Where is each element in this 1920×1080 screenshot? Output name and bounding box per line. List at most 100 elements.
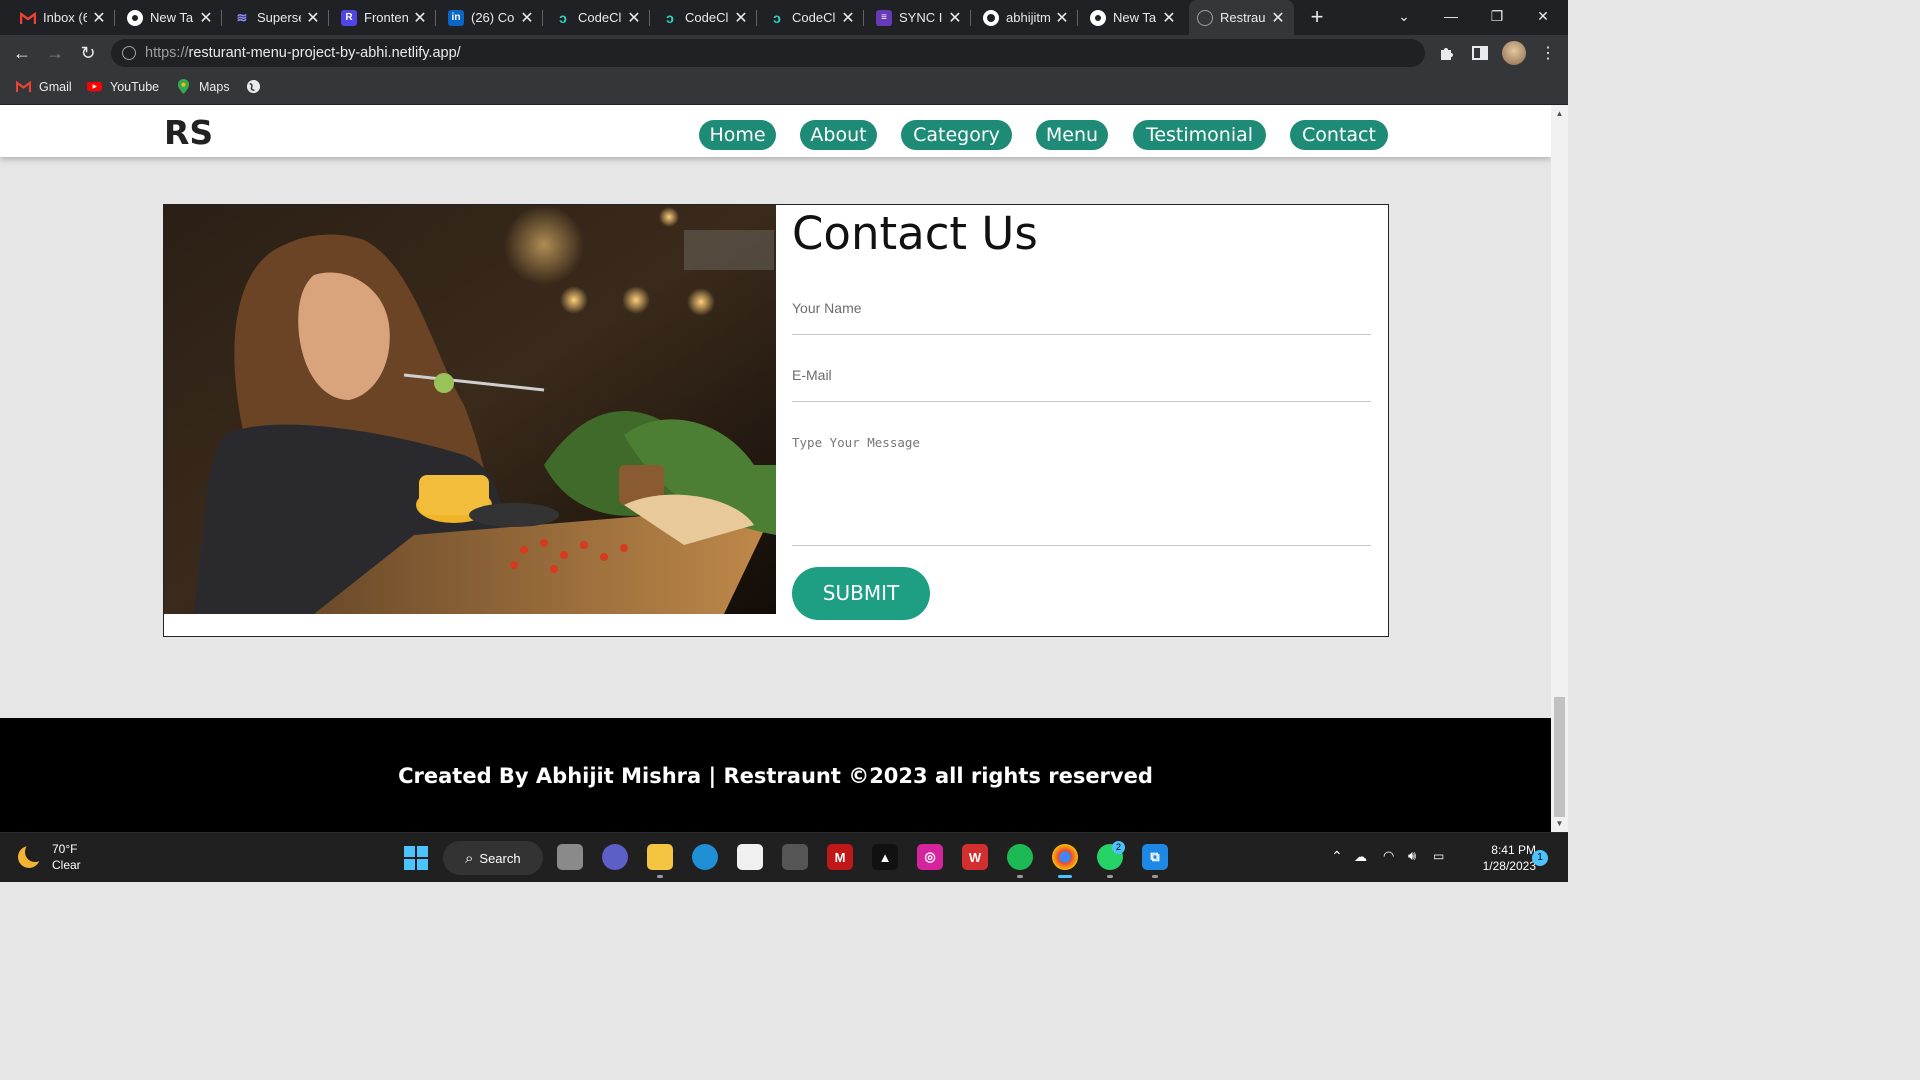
taskbar-search[interactable]: ⌕ Search — [443, 841, 543, 875]
tab-new-tab[interactable]: New Tal ✕ — [119, 0, 222, 35]
mcafee-icon[interactable]: M — [827, 844, 853, 870]
close-icon[interactable]: ✕ — [198, 8, 214, 28]
close-icon[interactable]: ✕ — [1270, 8, 1286, 28]
minimize-button[interactable]: — — [1428, 0, 1474, 35]
scroll-up-icon[interactable]: ▲ — [1551, 107, 1568, 121]
new-tab-button[interactable]: + — [1306, 6, 1328, 28]
codeclause-icon: ↄ — [666, 9, 674, 26]
battery-icon[interactable]: ▭ — [1433, 849, 1444, 899]
chrome-taskbar-icon[interactable] — [1052, 844, 1078, 870]
nav-menu[interactable]: Menu — [1036, 120, 1108, 150]
file-explorer-icon[interactable] — [647, 844, 673, 870]
teams-chat-icon[interactable] — [602, 844, 628, 870]
wps-office-icon[interactable]: W — [962, 844, 988, 870]
notification-badge[interactable]: 1 — [1532, 850, 1548, 866]
profile-avatar[interactable] — [1502, 41, 1526, 65]
search-icon: ⌕ — [465, 849, 474, 867]
windows-start-icon[interactable] — [404, 846, 428, 870]
restore-button[interactable]: ❐ — [1474, 0, 1520, 35]
scroll-thumb[interactable] — [1554, 697, 1565, 817]
close-icon[interactable]: ✕ — [305, 8, 321, 28]
tab-new-tab-2[interactable]: New Ta ✕ — [1082, 0, 1185, 35]
menu-icon[interactable]: ⋮ — [1540, 43, 1556, 63]
close-icon[interactable]: ✕ — [947, 8, 963, 28]
tab-search-icon[interactable]: ⌄ — [1381, 0, 1427, 35]
linkedin-icon: in — [448, 9, 464, 26]
vscode-icon[interactable]: ⧉ — [1142, 844, 1168, 870]
close-icon[interactable]: ✕ — [626, 8, 642, 28]
address-bar[interactable]: https://resturant-menu-project-by-abhi.n… — [111, 39, 1425, 67]
bookmark-gmail[interactable]: Gmail — [16, 79, 72, 94]
globe-icon — [246, 79, 261, 94]
close-icon[interactable]: ✕ — [1161, 8, 1177, 28]
back-icon[interactable]: ← — [10, 41, 34, 65]
email-placeholder: E-Mail — [792, 367, 832, 383]
tab-github[interactable]: abhijitm ✕ — [975, 0, 1078, 35]
name-field[interactable]: Your Name — [792, 298, 1371, 335]
store-icon[interactable] — [737, 844, 763, 870]
site-footer: Created By Abhijit Mishra | Restraunt ©2… — [0, 718, 1551, 832]
extensions-icon[interactable] — [1438, 44, 1456, 62]
tab-linkedin[interactable]: in (26) Co ✕ — [440, 0, 543, 35]
reload-icon[interactable]: ↻ — [76, 41, 100, 65]
nav-home[interactable]: Home — [699, 120, 776, 150]
tab-inbox[interactable]: Inbox (6 ✕ — [12, 0, 115, 35]
show-hidden-icons[interactable]: ⌃ — [1331, 848, 1343, 898]
tab-codeclause-2[interactable]: ↄ CodeCl ✕ — [654, 0, 757, 35]
app-hexagon-icon[interactable] — [782, 844, 808, 870]
restaurant-photo — [164, 205, 776, 614]
gmail-icon — [20, 10, 36, 26]
task-view-icon[interactable] — [557, 844, 583, 870]
volume-icon[interactable]: 🔊︎ — [1408, 848, 1416, 898]
url-text: https://resturant-menu-project-by-abhi.n… — [145, 45, 461, 61]
nav-about[interactable]: About — [800, 120, 877, 150]
site-info-icon[interactable] — [122, 46, 136, 60]
tab-superset[interactable]: ≋ Superse ✕ — [226, 0, 329, 35]
message-field[interactable]: Type Your Message — [792, 434, 1371, 546]
site-logo[interactable]: RS — [164, 113, 213, 152]
email-field[interactable]: E-Mail — [792, 365, 1371, 402]
weather-widget[interactable]: 70°F Clear — [18, 841, 81, 873]
page-scrollbar[interactable]: ▲ ▼ — [1551, 105, 1568, 832]
submit-button[interactable]: SUBMIT — [792, 567, 930, 620]
bookmark-youtube[interactable]: YouTube — [87, 79, 159, 94]
tab-sync[interactable]: ≡SYNC In✕ — [868, 0, 971, 35]
tab-frontend[interactable]: R Fronten ✕ — [333, 0, 436, 35]
onedrive-icon[interactable]: ☁ — [1354, 849, 1367, 899]
nav-category[interactable]: Category — [901, 120, 1012, 150]
close-icon[interactable]: ✕ — [840, 8, 856, 28]
tab-restaurant-active[interactable]: Restrau ✕ — [1189, 0, 1294, 35]
r-icon: R — [341, 9, 357, 26]
chrome-icon — [127, 9, 143, 26]
forward-icon[interactable]: → — [43, 41, 67, 65]
close-icon[interactable]: ✕ — [733, 8, 749, 28]
gmail-icon — [16, 80, 31, 93]
bookmark-globe[interactable] — [246, 79, 269, 94]
affinity-icon[interactable]: ▲ — [872, 844, 898, 870]
close-icon[interactable]: ✕ — [412, 8, 428, 28]
page-viewport: RS Home About Category Menu Testimonial … — [0, 105, 1551, 832]
close-window-button[interactable]: ✕ — [1520, 0, 1566, 35]
edge-icon[interactable] — [692, 844, 718, 870]
tab-codeclause-1[interactable]: ↄ CodeCl ✕ — [547, 0, 650, 35]
contact-card: Contact Us Your Name E-Mail Type Your Me… — [163, 204, 1389, 637]
footer-text: Created By Abhijit Mishra | Restraunt ©2… — [398, 764, 1153, 788]
codeclause-icon: ↄ — [773, 9, 781, 26]
message-placeholder: Type Your Message — [792, 435, 920, 450]
nav-contact[interactable]: Contact — [1290, 120, 1388, 150]
browser-toolbar: ← → ↻ https://resturant-menu-project-by-… — [0, 35, 1568, 71]
side-panel-icon[interactable] — [1471, 44, 1489, 62]
close-icon[interactable]: ✕ — [1054, 8, 1070, 28]
nav-testimonial[interactable]: Testimonial — [1133, 120, 1266, 150]
spotify-icon[interactable] — [1007, 844, 1033, 870]
wifi-icon[interactable]: ◠ — [1383, 848, 1394, 898]
instagram-icon[interactable]: ◎ — [917, 844, 943, 870]
close-icon[interactable]: ✕ — [519, 8, 535, 28]
site-navbar: RS Home About Category Menu Testimonial … — [0, 105, 1551, 157]
codeclause-icon: ↄ — [559, 9, 567, 26]
close-icon[interactable]: ✕ — [91, 8, 107, 28]
tab-codeclause-3[interactable]: ↄ CodeCl ✕ — [761, 0, 864, 35]
bookmark-maps[interactable]: Maps — [176, 79, 230, 94]
system-clock[interactable]: 8:41 PM 1/28/2023 — [1456, 842, 1536, 874]
scroll-down-icon[interactable]: ▼ — [1551, 817, 1568, 831]
